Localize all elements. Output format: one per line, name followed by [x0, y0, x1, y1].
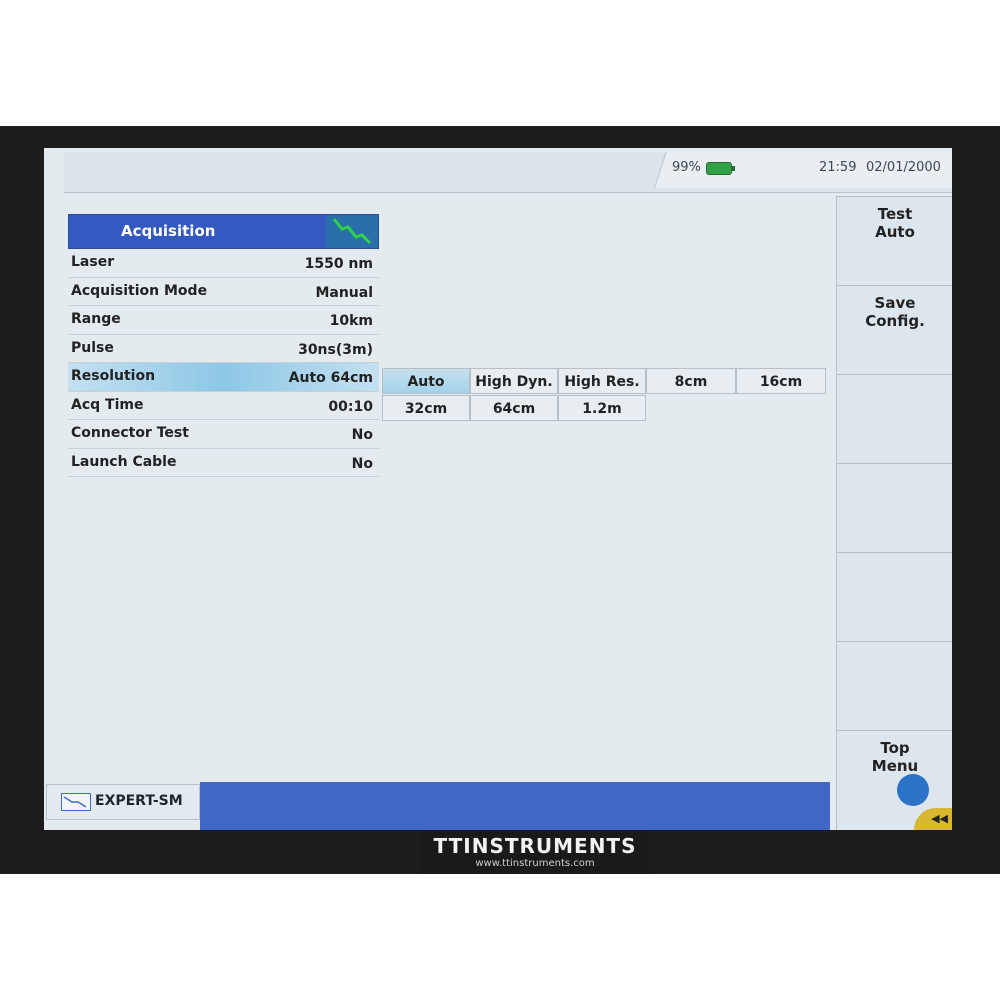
softkey-line2: Auto [875, 223, 915, 241]
clock-time: 21:59 [819, 160, 857, 175]
row-label: Connector Test [71, 425, 189, 441]
row-value: 10km [329, 313, 373, 329]
row-value: No [351, 455, 373, 472]
resolution-option-high-res[interactable]: High Res. [558, 368, 646, 394]
row-resolution[interactable]: Resolution Auto 64cm [68, 363, 379, 392]
softkey-bar: Test Auto Save Config. Top Menu [836, 196, 952, 830]
softkey-line1: Save [874, 294, 916, 312]
row-value: No [351, 427, 373, 443]
row-connector-test[interactable]: Connector Test No [68, 420, 379, 449]
row-value: 1550 nm [304, 256, 373, 272]
mode-tab[interactable]: EXPERT-SM [46, 784, 200, 820]
softkey-empty-5[interactable] [837, 552, 952, 641]
resolution-option-auto[interactable]: Auto [382, 368, 470, 394]
resolution-option-1-2m[interactable]: 1.2m [558, 395, 646, 421]
row-value: Manual [315, 284, 373, 301]
navigation-circle-icon[interactable] [897, 774, 929, 806]
panel-title: Acquisition [121, 222, 216, 240]
softkey-line2: Config. [865, 312, 925, 330]
row-label: Range [71, 311, 121, 327]
panel-header: Acquisition [68, 214, 379, 249]
info-strip [200, 782, 830, 830]
softkey-empty-3[interactable] [837, 374, 952, 463]
row-label: Resolution [71, 368, 156, 384]
softkey-line1: Test [877, 205, 913, 223]
row-acquisition-mode[interactable]: Acquisition Mode Manual [68, 278, 379, 306]
test-auto-button[interactable]: Test Auto [837, 196, 952, 285]
otdr-trace-icon [61, 793, 91, 811]
row-value: 00:10 [328, 398, 373, 415]
brand-label: TTINSTRUMENTS www.ttinstruments.com [421, 830, 649, 874]
softkey-line2: Menu [871, 757, 919, 775]
row-launch-cable[interactable]: Launch Cable No [68, 449, 379, 477]
battery-level: 99% [672, 160, 701, 175]
row-value: Auto 64cm [288, 370, 373, 386]
trace-icon [326, 215, 378, 248]
row-label: Acq Time [71, 396, 144, 413]
row-value: 30ns(3m) [298, 341, 373, 358]
softkey-line1: Top [880, 739, 910, 757]
acquisition-panel: Acquisition Laser 1550 nm Acquisition Mo… [68, 214, 379, 477]
row-label: Acquisition Mode [71, 282, 208, 299]
row-label: Launch Cable [71, 453, 177, 470]
row-range[interactable]: Range 10km [68, 306, 379, 335]
bottom-bar: EXPERT-SM [44, 776, 952, 830]
clock-date: 02/01/2000 [866, 160, 941, 175]
brand-name: TTINSTRUMENTS [433, 834, 637, 858]
softkey-empty-4[interactable] [837, 463, 952, 552]
row-laser[interactable]: Laser 1550 nm [68, 249, 379, 278]
row-acq-time[interactable]: Acq Time 00:10 [68, 392, 379, 420]
resolution-option-8cm[interactable]: 8cm [646, 368, 736, 394]
brand-url: www.ttinstruments.com [475, 858, 595, 869]
resolution-option-32cm[interactable]: 32cm [382, 395, 470, 421]
resolution-option-16cm[interactable]: 16cm [736, 368, 826, 394]
resolution-option-64cm[interactable]: 64cm [470, 395, 558, 421]
battery-icon [706, 162, 735, 175]
row-pulse[interactable]: Pulse 30ns(3m) [68, 335, 379, 363]
save-config-button[interactable]: Save Config. [837, 285, 952, 374]
otdr-screen: 99% 21:59 02/01/2000 Acquisition Laser 1… [44, 148, 952, 830]
row-label: Laser [71, 254, 115, 270]
row-label: Pulse [71, 339, 114, 356]
softkey-empty-6[interactable] [837, 641, 952, 730]
resolution-option-high-dyn[interactable]: High Dyn. [470, 368, 558, 394]
mode-label: EXPERT-SM [95, 793, 183, 809]
